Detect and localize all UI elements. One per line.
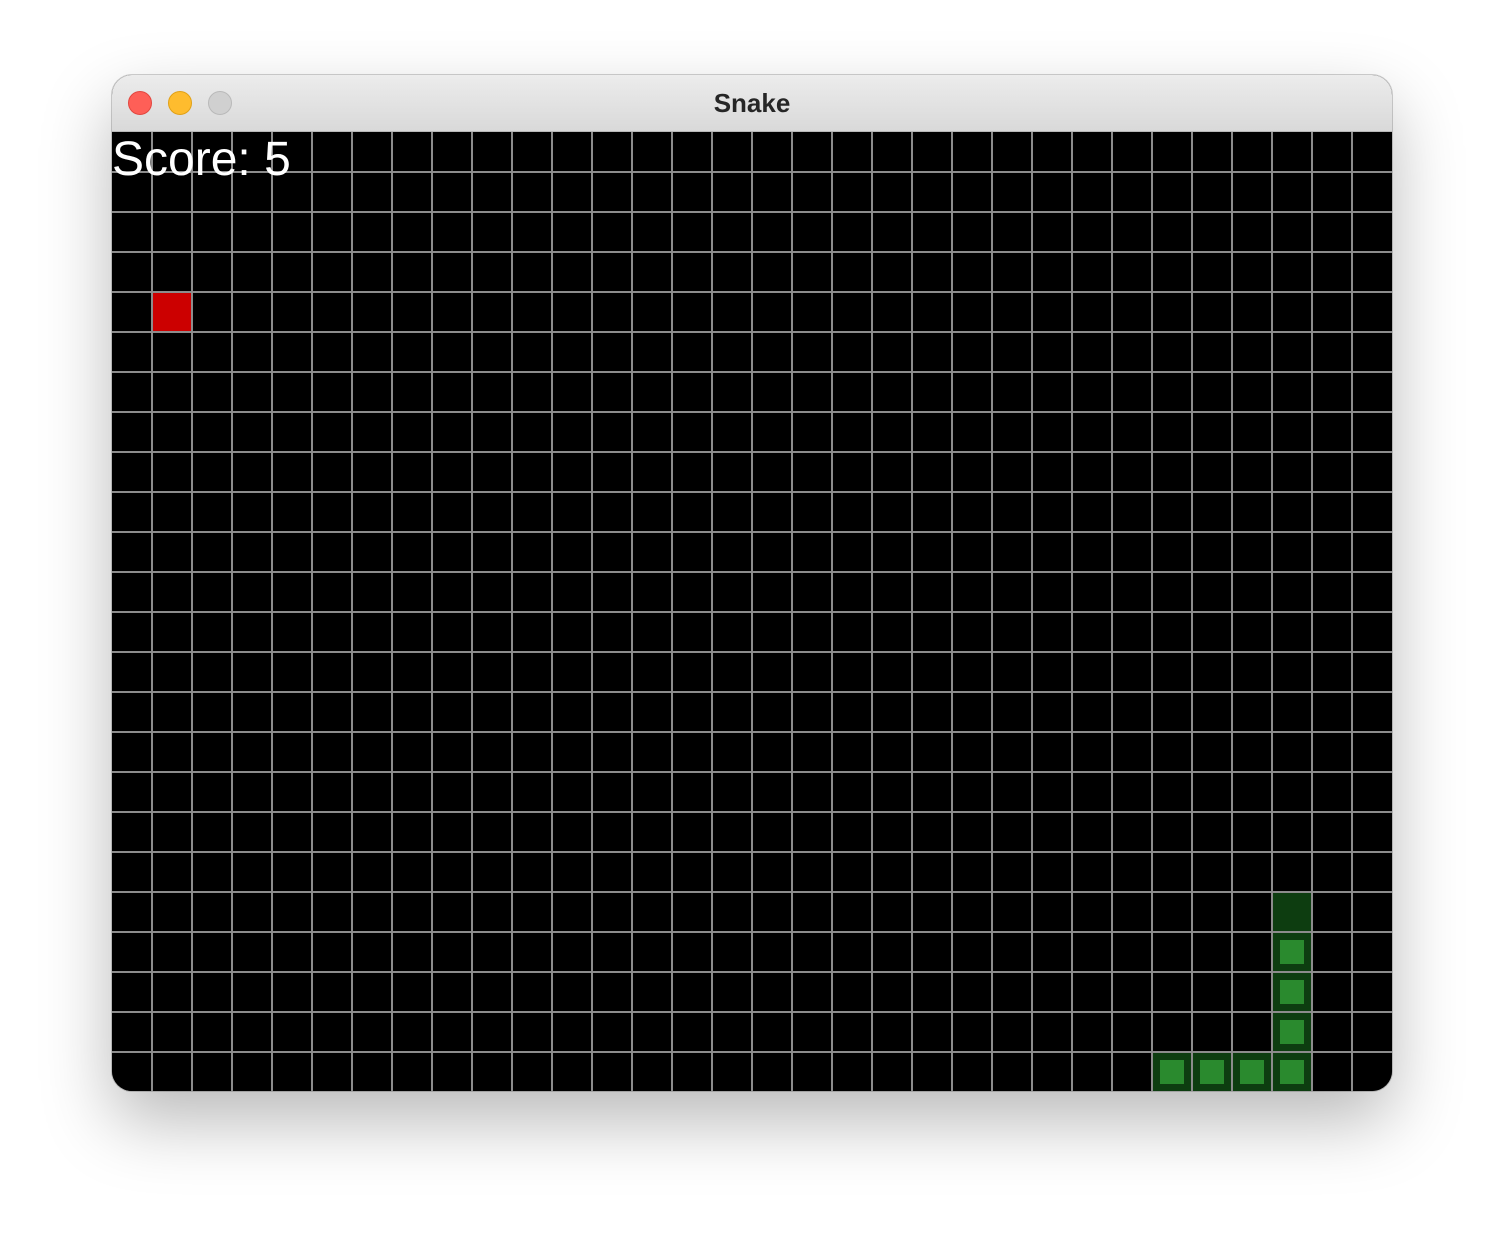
snake-segment-inner xyxy=(1280,940,1304,964)
board-canvas xyxy=(112,132,1392,1091)
game-board[interactable]: Score: 5 xyxy=(112,132,1392,1091)
snake-segment-inner xyxy=(1280,980,1304,1004)
game-window: Snake Score: 5 xyxy=(112,75,1392,1091)
title-bar[interactable]: Snake xyxy=(112,75,1392,132)
snake-head xyxy=(1273,893,1311,931)
snake-segment-inner xyxy=(1240,1060,1264,1084)
snake-segment-inner xyxy=(1280,1060,1304,1084)
snake-segment-inner xyxy=(1200,1060,1224,1084)
window-title: Snake xyxy=(713,88,791,118)
score-label: Score: 5 xyxy=(112,133,291,186)
snake-segment-inner xyxy=(1280,1020,1304,1044)
food-pellet xyxy=(153,293,191,331)
snake-segment-inner xyxy=(1160,1060,1184,1084)
